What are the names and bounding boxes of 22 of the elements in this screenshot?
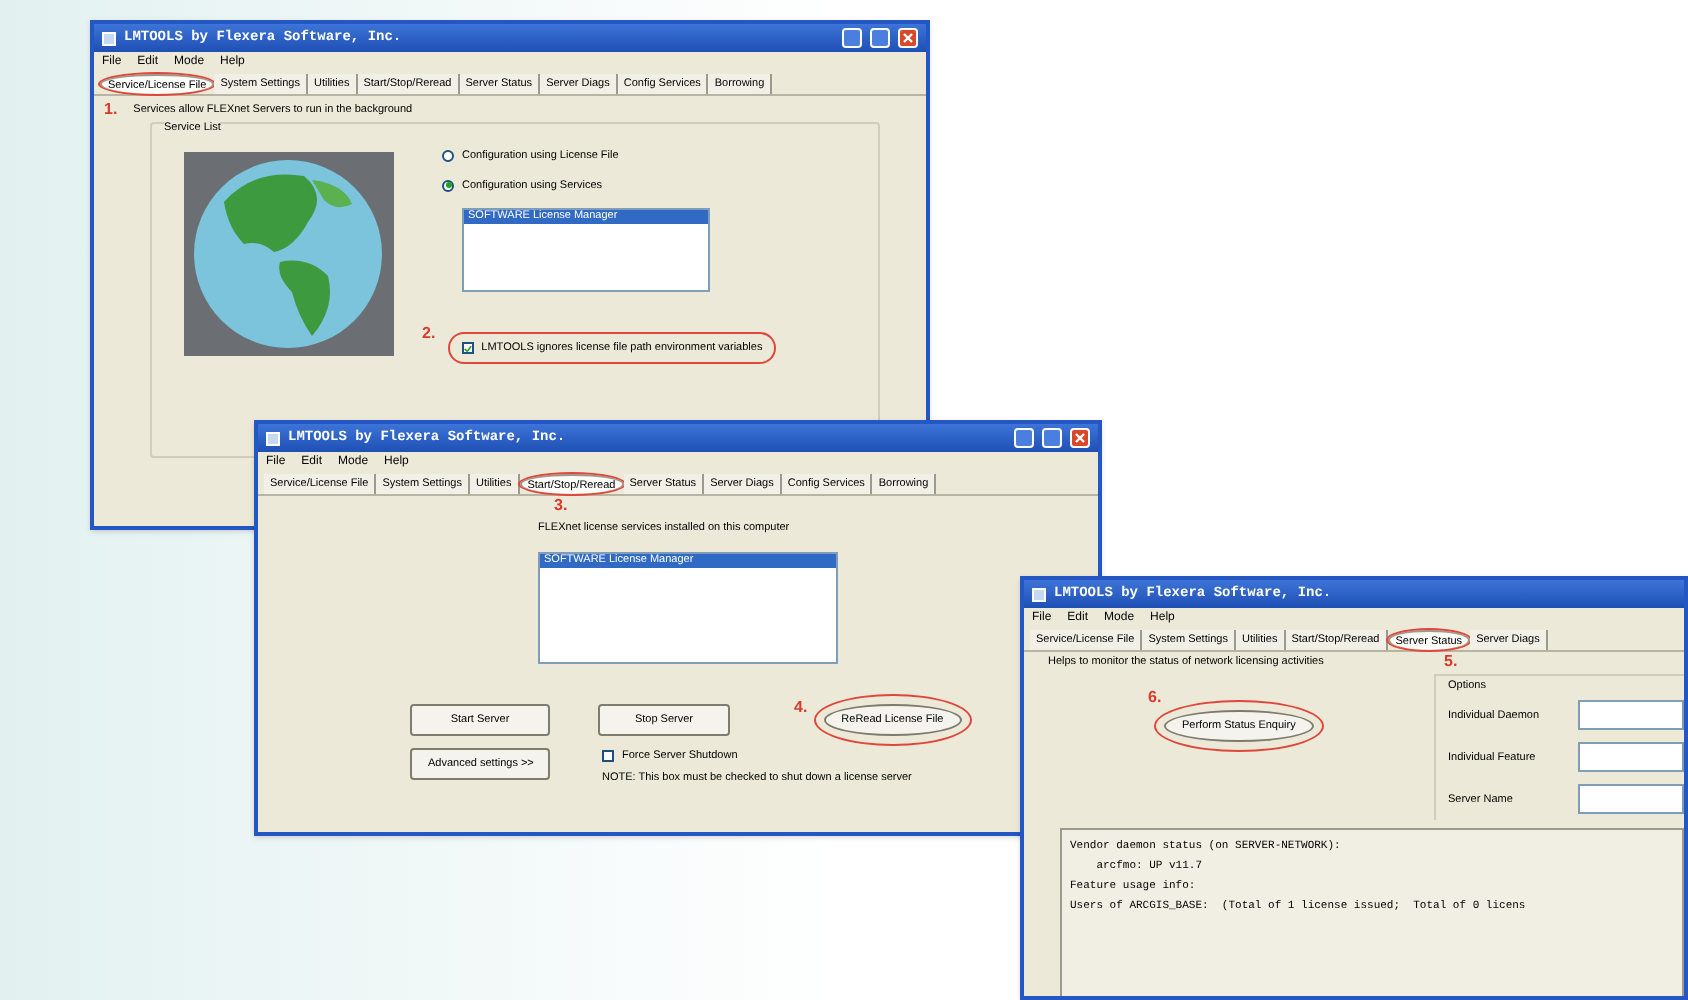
radio-button[interactable]	[442, 179, 454, 192]
close-button[interactable]	[898, 28, 918, 48]
input-field[interactable]	[1578, 700, 1684, 731]
minimize-button[interactable]	[842, 28, 862, 48]
app-icon	[102, 31, 116, 45]
step-number: 3.	[554, 498, 568, 514]
close-button[interactable]	[1070, 428, 1090, 448]
step-number: 2.	[422, 326, 436, 343]
app-icon	[266, 431, 280, 445]
step-number: 6.	[1148, 690, 1162, 707]
step-number: 5.	[1444, 654, 1458, 670]
step-number: 4.	[794, 700, 808, 717]
minimize-button[interactable]	[1014, 428, 1034, 448]
input-field[interactable]	[1578, 784, 1684, 815]
maximize-button[interactable]	[870, 28, 890, 48]
checkbox[interactable]	[602, 750, 614, 763]
radio-button[interactable]	[442, 149, 454, 162]
maximize-button[interactable]	[1042, 428, 1062, 448]
checkbox[interactable]	[461, 342, 474, 355]
step-number: 1.	[104, 102, 118, 119]
input-field[interactable]	[1578, 742, 1684, 773]
app-icon	[1032, 587, 1046, 601]
